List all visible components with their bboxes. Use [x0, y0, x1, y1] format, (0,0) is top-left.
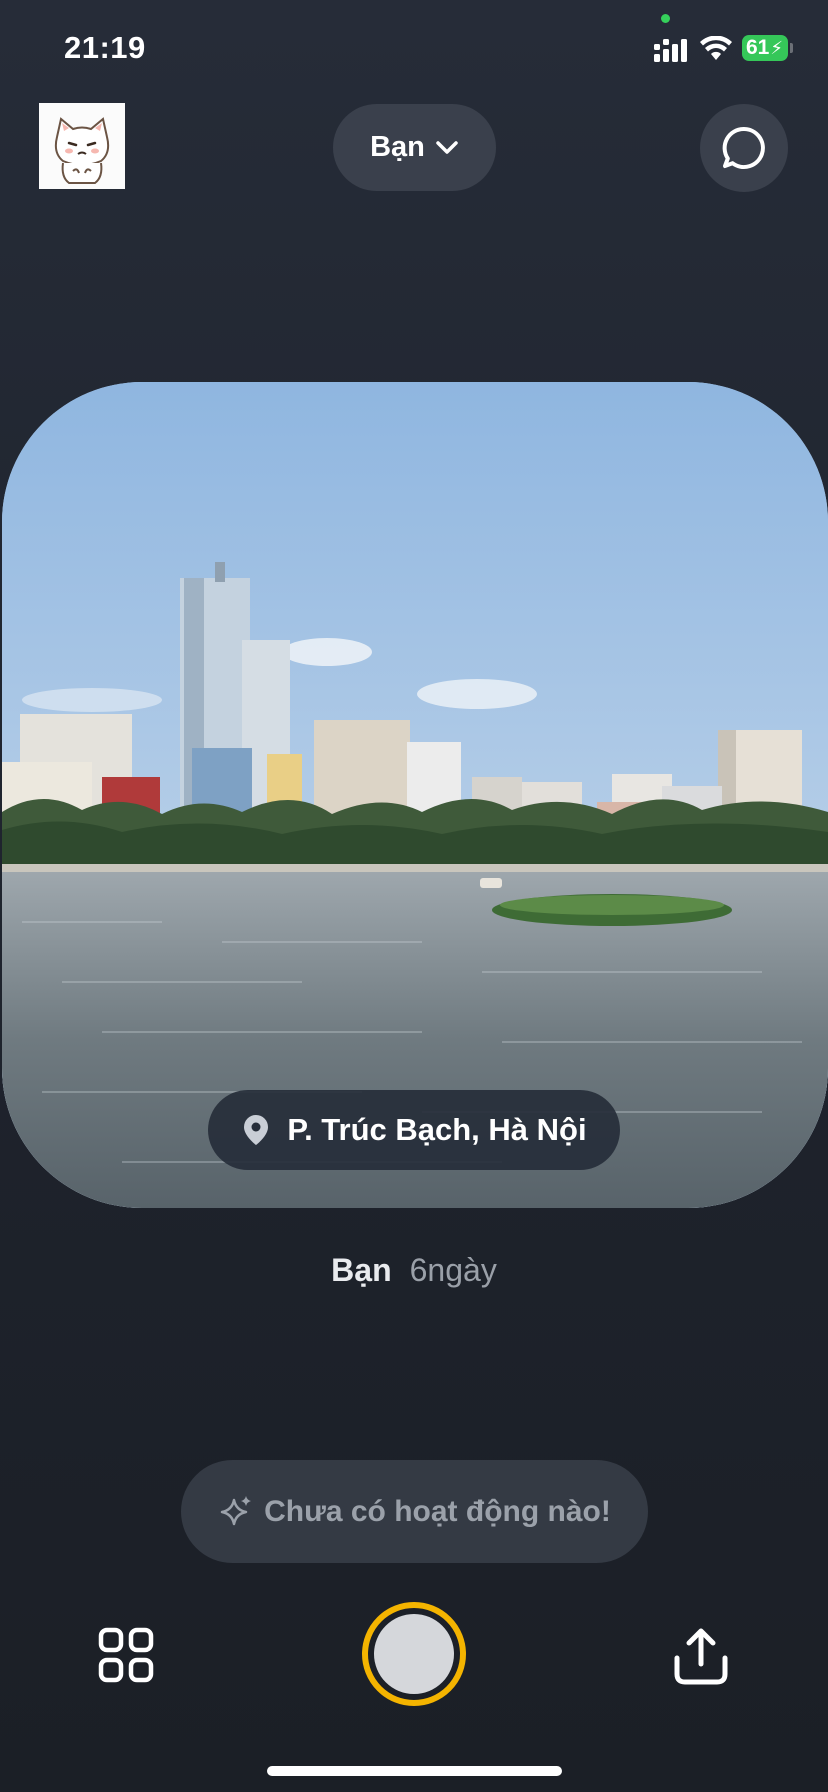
status-time: 21:19 — [64, 30, 146, 65]
sparkles-icon — [220, 1495, 252, 1525]
activity-button[interactable]: Chưa có hoạt động nào! — [181, 1460, 648, 1563]
shutter-button[interactable] — [362, 1602, 466, 1706]
cat-sticker-icon — [39, 103, 125, 189]
signal-icon — [654, 38, 690, 67]
map-pin-icon — [244, 1115, 269, 1145]
shutter-inner — [374, 1614, 454, 1694]
friend-filter-label: Bạn — [370, 131, 425, 163]
post-meta: Bạn 6ngày — [0, 1252, 828, 1289]
profile-avatar[interactable] — [39, 103, 125, 189]
lake-cityscape-image — [2, 382, 828, 1208]
battery-cap — [790, 43, 793, 53]
battery-icon: 61 ⚡ — [742, 35, 788, 61]
friend-filter-dropdown[interactable]: Bạn — [333, 104, 496, 191]
post-age: 6ngày — [409, 1252, 497, 1288]
camera-indicator-dot — [661, 14, 670, 23]
author-name[interactable]: Bạn — [331, 1252, 391, 1288]
chevron-down-icon — [436, 140, 458, 154]
activity-label: Chưa có hoạt động nào! — [264, 1494, 611, 1528]
share-icon — [674, 1628, 728, 1685]
charging-bolt-icon: ⚡ — [770, 37, 783, 58]
chat-button[interactable] — [700, 104, 788, 192]
grid-icon — [98, 1627, 154, 1683]
battery-level: 61 — [746, 36, 770, 59]
grid-view-button[interactable] — [98, 1627, 154, 1688]
location-label: P. Trúc Bạch, Hà Nội — [287, 1112, 587, 1147]
share-button[interactable] — [671, 1626, 731, 1691]
moment-photo[interactable] — [2, 382, 828, 1208]
home-indicator[interactable] — [267, 1766, 562, 1776]
location-tag[interactable]: P. Trúc Bạch, Hà Nội — [208, 1090, 620, 1170]
chat-bubble-icon — [722, 126, 765, 169]
wifi-icon — [700, 35, 732, 67]
